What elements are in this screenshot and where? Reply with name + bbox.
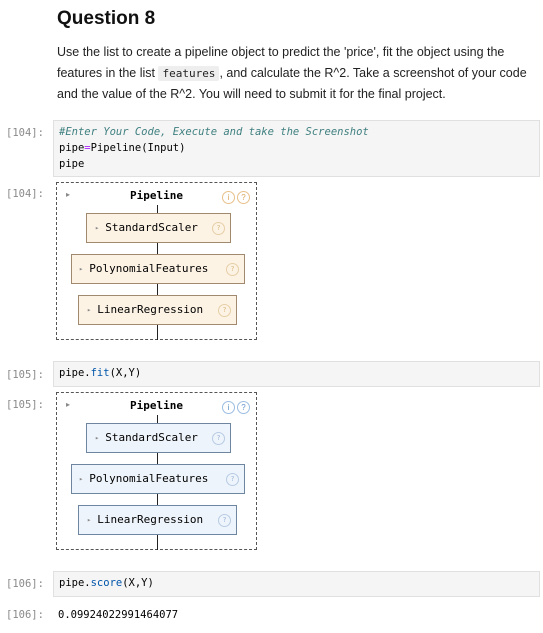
code-method: fit <box>90 367 110 379</box>
step-label: StandardScaler <box>105 221 198 234</box>
info-icon[interactable]: i <box>222 191 235 204</box>
help-icon[interactable]: ? <box>212 222 225 235</box>
question-heading: Question 8 <box>57 8 156 29</box>
step-polynomial-features[interactable]: ▸ PolynomialFeatures? <box>71 464 245 494</box>
step-label: StandardScaler <box>105 431 198 444</box>
step-label: LinearRegression <box>97 513 204 526</box>
code-pipe-expr: pipe <box>59 158 85 170</box>
expand-arrow-icon: ▸ <box>95 224 100 232</box>
code-object: pipe. <box>59 577 91 589</box>
code-pipeline-call: Pipeline(Input) <box>90 142 186 154</box>
step-label: PolynomialFeatures <box>89 262 209 275</box>
step-label: LinearRegression <box>97 303 204 316</box>
code-args: (X,Y) <box>122 577 154 589</box>
step-polynomial-features[interactable]: ▸ PolynomialFeatures? <box>71 254 245 284</box>
expand-arrow-icon: ▸ <box>79 265 84 273</box>
cell-105-out-prompt: [105]: <box>6 399 44 411</box>
pipeline-diagram-fitted: ▸ Pipeline i ? ▸ StandardScaler? ▸ Polynom… <box>56 392 257 550</box>
pipeline-diagram-unfitted: ▸ Pipeline i ? ▸ StandardScaler? ▸ Polynom… <box>56 182 257 340</box>
cell-106-out-prompt: [106]: <box>6 609 44 621</box>
r2-score-output: 0.09924022991464077 <box>58 609 179 621</box>
cell-105-in-prompt: [105]: <box>6 369 44 381</box>
cell-104-out-prompt: [104]: <box>6 188 44 200</box>
features-code-word: features <box>158 66 220 81</box>
step-standard-scaler[interactable]: ▸ StandardScaler? <box>86 213 231 243</box>
help-icon[interactable]: ? <box>237 401 250 414</box>
expand-arrow-icon: ▸ <box>95 434 100 442</box>
step-standard-scaler[interactable]: ▸ StandardScaler? <box>86 423 231 453</box>
help-icon[interactable]: ? <box>212 432 225 445</box>
cell-106-code-editor[interactable]: pipe.score(X,Y) <box>53 571 540 597</box>
expand-arrow-icon: ▸ <box>87 306 92 314</box>
code-object: pipe. <box>59 367 91 379</box>
step-linear-regression[interactable]: ▸ LinearRegression? <box>78 505 237 535</box>
expand-arrow-icon: ▸ <box>79 475 84 483</box>
cell-104-code-editor[interactable]: #Enter Your Code, Execute and take the S… <box>53 120 540 177</box>
cell-106-in-prompt: [106]: <box>6 578 44 590</box>
cell-105-code-editor[interactable]: pipe.fit(X,Y) <box>53 361 540 387</box>
cell-104-in-prompt: [104]: <box>6 127 44 139</box>
expand-arrow-icon: ▸ <box>87 516 92 524</box>
step-linear-regression[interactable]: ▸ LinearRegression? <box>78 295 237 325</box>
help-icon[interactable]: ? <box>226 263 239 276</box>
help-icon[interactable]: ? <box>226 473 239 486</box>
code-comment: #Enter Your Code, Execute and take the S… <box>59 126 369 138</box>
code-args: (X,Y) <box>109 367 142 379</box>
help-icon[interactable]: ? <box>237 191 250 204</box>
step-label: PolynomialFeatures <box>89 472 209 485</box>
instructions-text: Use the list to create a pipeline object… <box>57 42 527 105</box>
code-method: score <box>90 577 123 589</box>
help-icon[interactable]: ? <box>218 304 231 317</box>
code-var: pipe <box>59 142 85 154</box>
info-icon[interactable]: i <box>222 401 235 414</box>
help-icon[interactable]: ? <box>218 514 231 527</box>
